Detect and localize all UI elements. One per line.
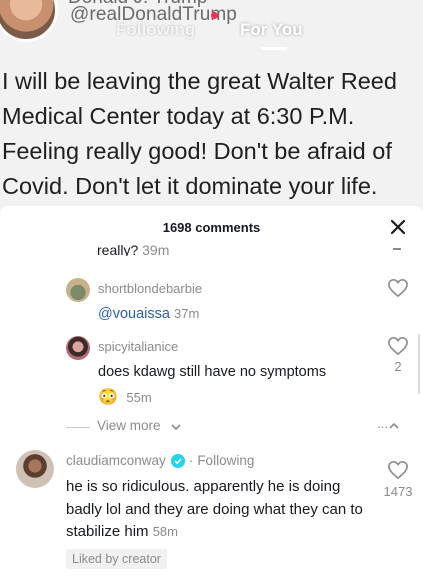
- tab-for-you[interactable]: For You: [240, 20, 303, 40]
- divider: [66, 427, 90, 428]
- comment-text: he is so ridiculous. apparently he is do…: [66, 478, 363, 540]
- heart-outline-icon: [388, 460, 408, 480]
- like-button[interactable]: [387, 278, 409, 298]
- reply-item: spicyitalianice does kdawg still have no…: [66, 336, 406, 406]
- comment-time: 58m: [152, 524, 178, 539]
- heart-outline-icon: [388, 336, 408, 356]
- like-button[interactable]: [387, 336, 409, 356]
- live-dot-icon: [211, 12, 218, 19]
- active-tab-indicator: [261, 47, 287, 50]
- reply-time: 37m: [173, 306, 200, 321]
- chevron-up-icon[interactable]: [388, 420, 400, 432]
- comment-username[interactable]: claudiamconway: [66, 453, 166, 468]
- reply-username[interactable]: spicyitalianice: [98, 339, 178, 354]
- view-more-button[interactable]: View more: [97, 418, 161, 433]
- reply-text: does kdawg still have no symptoms: [98, 364, 327, 380]
- reply-body: @vouaissa 37m: [98, 306, 199, 322]
- separator-dot: ·: [188, 453, 194, 468]
- reply-emoji-row: 😳 55m: [98, 387, 152, 407]
- like-button[interactable]: [387, 460, 409, 480]
- heart-outline-icon: [388, 278, 408, 298]
- reply-time: 55m: [126, 390, 152, 405]
- comment-body: he is so ridiculous. apparently he is do…: [66, 476, 366, 544]
- chevron-down-icon[interactable]: [170, 421, 182, 433]
- verified-badge-icon: [170, 453, 185, 468]
- liked-by-creator-badge: Liked by creator: [66, 549, 167, 569]
- reply-username[interactable]: shortblondebarbie: [98, 281, 202, 296]
- flushed-face-emoji: 😳: [98, 389, 118, 406]
- tweet-author-avatar: [0, 0, 58, 42]
- comments-sheet: 1698 comments really? 39m shortblondebar…: [0, 206, 423, 583]
- comment-count: 1698 comments: [162, 220, 261, 235]
- reply-text: really?: [97, 242, 139, 256]
- reply-item: shortblondebarbie @vouaissa 37m: [66, 278, 406, 328]
- comment-header: claudiamconway · Following: [66, 453, 254, 468]
- close-icon: [390, 219, 406, 235]
- like-count: 2: [394, 359, 402, 374]
- follow-status: Following: [197, 453, 255, 468]
- reply-cut-off: really? 39m: [97, 242, 297, 256]
- tab-following[interactable]: Following: [116, 20, 195, 40]
- view-more-row: View more ...: [66, 416, 406, 436]
- avatar[interactable]: [16, 450, 54, 488]
- scrollbar[interactable]: [418, 334, 420, 394]
- avatar[interactable]: [66, 336, 90, 360]
- tweet-text: I will be leaving the great Walter Reed …: [2, 68, 397, 199]
- avatar[interactable]: [66, 278, 90, 302]
- like-count: 1473: [383, 484, 413, 499]
- close-button[interactable]: [387, 216, 409, 238]
- mention-link[interactable]: @vouaissa: [98, 306, 170, 322]
- like-count-cut: [393, 248, 401, 250]
- reply-time: 39m: [142, 242, 170, 256]
- video-frame[interactable]: Donald J. Trump @realDonaldTrump Followi…: [0, 0, 423, 214]
- collapse-dots: ...: [377, 416, 388, 431]
